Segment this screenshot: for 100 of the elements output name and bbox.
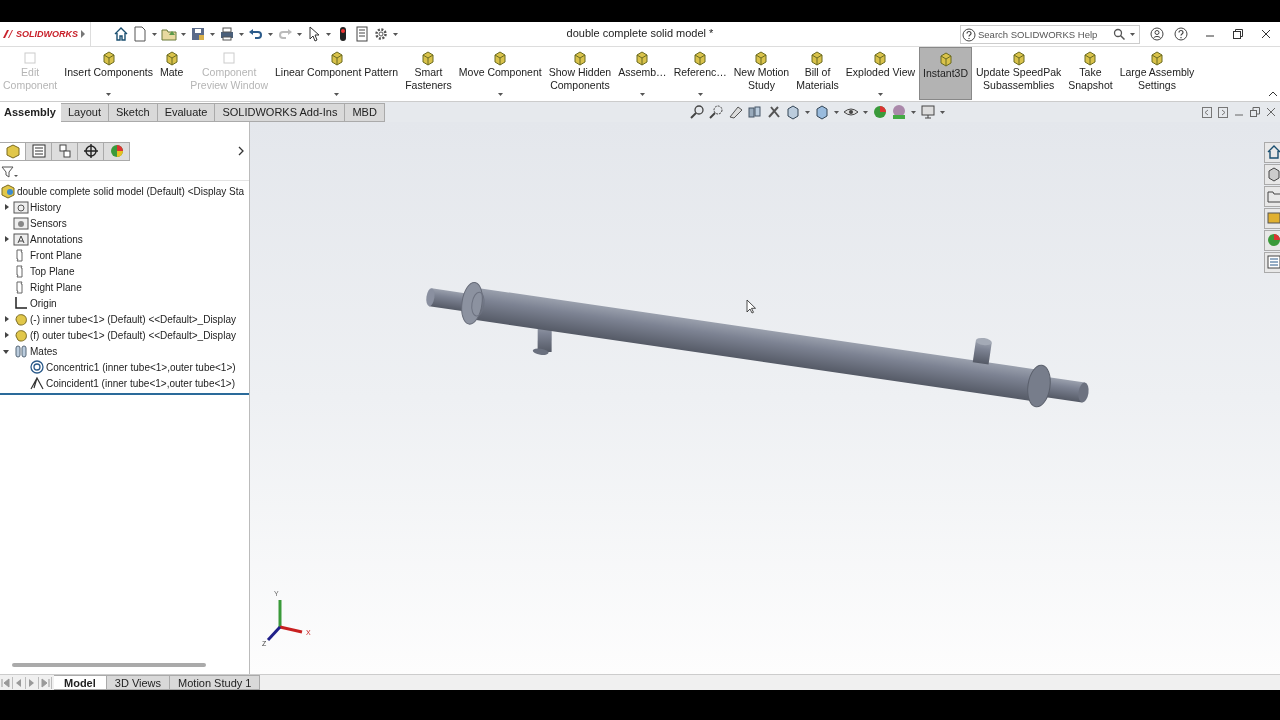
crosshair-icon (82, 143, 99, 159)
open-folder-icon[interactable] (161, 26, 177, 42)
expand-arrow-icon[interactable] (2, 315, 10, 323)
tree-item[interactable]: History (30, 201, 62, 213)
expand-arrow-icon[interactable] (2, 235, 10, 243)
command-tab[interactable]: MBD (345, 102, 385, 122)
tile-left-icon[interactable] (1202, 106, 1212, 118)
ribbon-button[interactable]: Bill of Materials (793, 47, 842, 100)
config-icon (56, 143, 73, 159)
color-wheel-icon (108, 143, 125, 159)
ribbon-button[interactable]: Assemb… (615, 47, 670, 100)
scrollbar[interactable] (12, 663, 206, 667)
view-tab[interactable]: 3D Views (106, 675, 171, 690)
view-tab[interactable]: Motion Study 1 (170, 675, 261, 690)
folder-icon (13, 215, 29, 231)
user-icon[interactable] (1150, 27, 1164, 41)
folder-icon (13, 231, 29, 247)
help-icon[interactable] (1174, 27, 1188, 41)
cube-icon[interactable] (784, 104, 801, 120)
ribbon-button[interactable]: Mate (157, 47, 187, 100)
cube-icon (937, 51, 954, 67)
cube-icon[interactable] (1264, 164, 1280, 185)
list-icon[interactable] (1264, 252, 1280, 273)
command-tab[interactable]: Evaluate (157, 102, 216, 122)
cube-icon (492, 50, 509, 66)
tree-item[interactable]: Front Plane (30, 249, 82, 261)
filter-icon[interactable] (1, 164, 19, 179)
list-icon (30, 143, 47, 159)
color-wheel-icon[interactable] (1264, 230, 1280, 251)
search-icon[interactable] (1113, 27, 1125, 40)
part-icon (13, 311, 29, 327)
scene-icon[interactable] (890, 104, 907, 120)
save-icon[interactable] (190, 26, 206, 42)
ribbon-button[interactable]: New Motion Study (730, 47, 793, 100)
zoom-area-icon[interactable] (708, 104, 725, 120)
window-title: double complete solid model * (566, 27, 714, 39)
cube-icon (1149, 50, 1165, 66)
cube-icon (221, 50, 238, 66)
ribbon-button[interactable]: Instant3D (919, 47, 973, 100)
mates-icon (13, 343, 29, 359)
panel-tab[interactable] (78, 141, 104, 161)
cube-icon (1082, 50, 1099, 66)
cursor-icon[interactable] (306, 26, 322, 42)
cube-icon (163, 50, 180, 66)
ribbon-button[interactable]: Smart Fasteners (402, 47, 455, 100)
palette-icon[interactable] (1264, 208, 1280, 229)
command-tab[interactable]: Sketch (109, 102, 158, 122)
app-logo: SOLIDWORKS (16, 29, 78, 39)
tree-item[interactable]: Annotations (30, 233, 83, 245)
view-icon[interactable] (727, 104, 744, 120)
ribbon-button[interactable]: Referenc… (670, 47, 730, 100)
expand-arrow-icon[interactable] (2, 331, 10, 339)
collapse-arrow-icon[interactable] (2, 347, 10, 355)
home-icon[interactable] (1264, 142, 1280, 163)
tree-item[interactable]: (-) inner tube<1> (Default) <<Default>_Display (30, 313, 236, 325)
cube-icon (571, 50, 588, 66)
tree-item[interactable]: Sensors (30, 217, 67, 229)
new-file-icon[interactable] (132, 26, 148, 42)
ribbon-button[interactable]: Take Snapshot (1065, 47, 1116, 100)
tree-item[interactable]: Top Plane (30, 265, 75, 277)
monitor-icon[interactable] (919, 104, 936, 120)
tree-item[interactable]: Right Plane (30, 281, 82, 293)
collapse-icon[interactable] (1268, 89, 1278, 99)
home-icon[interactable] (113, 26, 129, 42)
tree-item[interactable]: Mates (30, 345, 58, 357)
search-field[interactable]: Search SOLIDWORKS Help (960, 24, 1140, 44)
cube-icon (22, 50, 39, 66)
expand-arrow-icon[interactable] (2, 203, 10, 211)
cube-icon (809, 50, 826, 66)
ribbon-button[interactable]: Insert Components (61, 47, 156, 100)
part-icon (13, 327, 29, 343)
display-style-icon[interactable] (813, 104, 830, 120)
restore-icon[interactable] (1232, 28, 1244, 40)
settings-icon[interactable] (373, 26, 389, 42)
tree-item[interactable]: double complete solid model (Default) <Display Sta (17, 185, 245, 197)
ribbon-button[interactable]: Linear Component Pattern (271, 47, 402, 100)
ribbon-button[interactable]: Update SpeedPak Subassemblies (973, 47, 1065, 100)
undo-icon[interactable] (248, 26, 264, 42)
ribbon-button[interactable]: Large Assembly Settings (1116, 47, 1198, 100)
zoom-icon[interactable] (689, 104, 706, 120)
ribbon-button[interactable]: Show Hidden Components (545, 47, 615, 100)
print-icon[interactable] (219, 26, 235, 42)
tree-item[interactable]: Concentric1 (inner tube<1>,outer tube<1>) (46, 361, 236, 373)
tree-item[interactable]: Origin (30, 297, 57, 309)
ribbon-button[interactable]: Exploded View (842, 47, 919, 100)
appearance-icon[interactable] (871, 104, 888, 120)
tile-right-icon[interactable] (1218, 106, 1228, 118)
tree-item[interactable]: Coincident1 (inner tube<1>,outer tube<1>) (46, 377, 236, 389)
ribbon-button[interactable]: Move Component (455, 47, 545, 100)
coincident-icon (29, 375, 45, 391)
chevron-right-icon[interactable] (237, 146, 245, 156)
command-tab[interactable]: SOLIDWORKS Add-Ins (215, 102, 346, 122)
command-tab[interactable]: Layout (61, 102, 109, 122)
close-icon[interactable] (1260, 28, 1272, 40)
view-tab[interactable]: Model (54, 675, 107, 690)
cube-icon (4, 143, 21, 159)
cube-icon (692, 50, 709, 66)
cube-icon (328, 50, 345, 66)
section-icon[interactable] (746, 104, 763, 120)
tree-item[interactable]: (f) outer tube<1> (Default) <<Default>_Display (30, 329, 236, 341)
